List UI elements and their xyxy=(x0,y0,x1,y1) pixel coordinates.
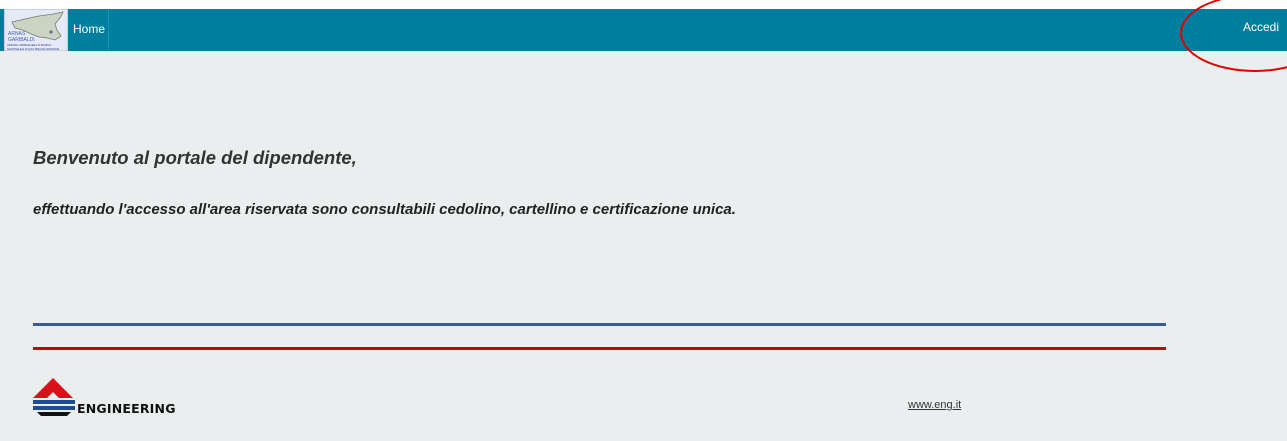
main-content: Benvenuto al portale del dipendente, eff… xyxy=(0,51,1287,441)
nav-home-link[interactable]: Home xyxy=(73,22,105,36)
top-navbar: ARNAS GARIBALDI AZIENDA OSPEDALIERA DI R… xyxy=(0,9,1287,51)
welcome-subtitle: effettuando l'accesso all'area riservata… xyxy=(33,201,736,218)
arnas-garibaldi-logo[interactable]: ARNAS GARIBALDI AZIENDA OSPEDALIERA DI R… xyxy=(4,9,68,51)
login-link[interactable]: Accedi xyxy=(1243,20,1279,34)
welcome-heading: Benvenuto al portale del dipendente, xyxy=(33,147,357,168)
divider-blue xyxy=(33,323,1166,326)
logo-line-2: GARIBALDI xyxy=(8,37,35,43)
divider-red xyxy=(33,347,1166,350)
engineering-brand-text: ENGINEERING xyxy=(77,401,176,416)
engineering-logo: ENGINEERING xyxy=(33,378,203,418)
nav-divider xyxy=(108,9,109,51)
eng-website-link[interactable]: www.eng.it xyxy=(908,399,961,411)
top-margin xyxy=(0,0,1287,9)
engineering-logo-mark-icon xyxy=(33,378,75,416)
sicily-map-icon: ARNAS GARIBALDI AZIENDA OSPEDALIERA DI R… xyxy=(7,11,64,50)
logo-tagline-1: AZIENDA OSPEDALIERA DI RILIEVO xyxy=(7,43,51,47)
